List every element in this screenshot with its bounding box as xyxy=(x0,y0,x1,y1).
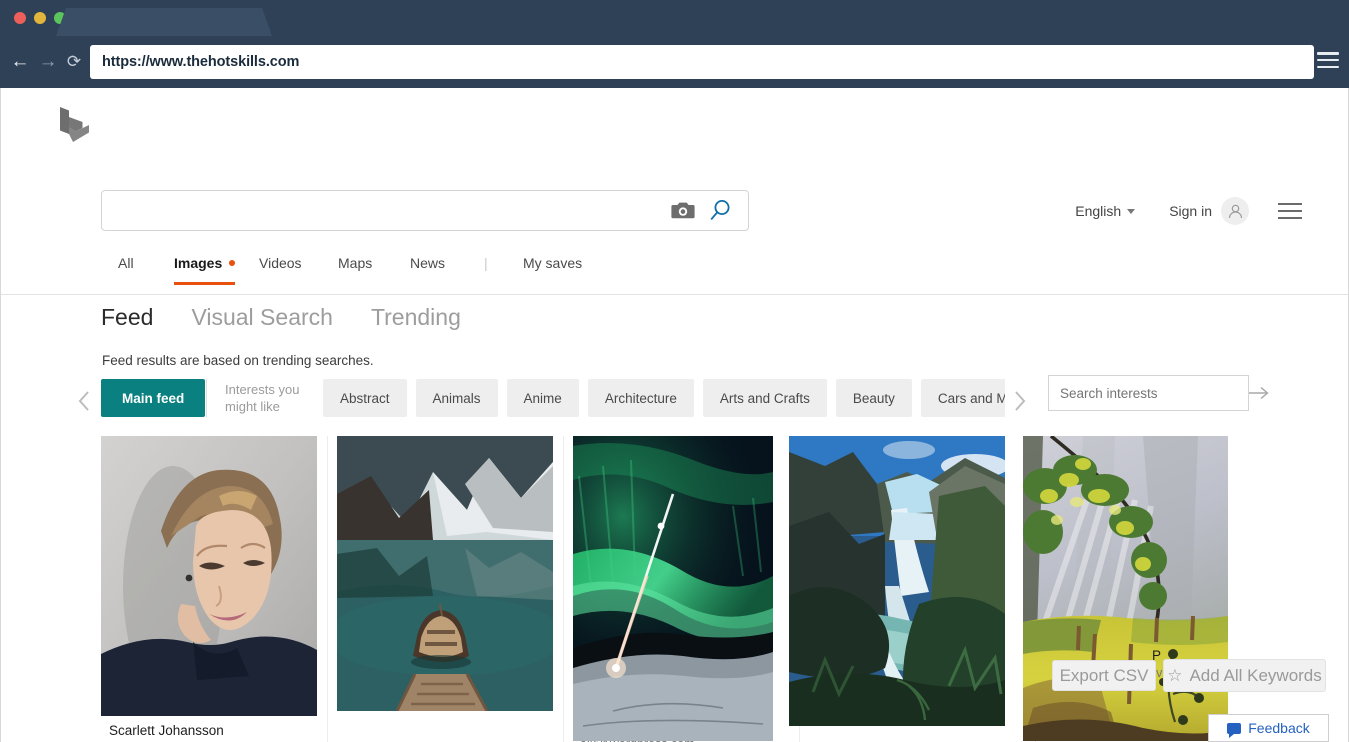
interest-chips-list: Abstract Animals Anime Architecture Arts and… xyxy=(323,379,1005,417)
nav-separator: | xyxy=(484,255,488,271)
browser-tab[interactable] xyxy=(56,8,272,36)
interests-hint-line1: Interests you xyxy=(225,382,300,397)
interest-chip[interactable]: Cars and Motorcycles xyxy=(920,379,1005,417)
nav-tab-news[interactable]: News xyxy=(410,255,445,284)
sign-in-button[interactable]: Sign in xyxy=(1169,203,1212,219)
language-selector[interactable]: English xyxy=(1075,203,1136,219)
chevron-right-icon[interactable] xyxy=(1007,379,1033,423)
browser-chrome: ← → ⟳ https://www.thehotskills.com xyxy=(0,0,1349,88)
nav-tab-maps[interactable]: Maps xyxy=(338,255,372,284)
nav-tab-images-label: Images xyxy=(174,255,223,271)
divider xyxy=(206,379,207,417)
new-badge-icon xyxy=(229,260,236,267)
interest-chip[interactable]: Architecture xyxy=(587,379,694,417)
search-interests-box[interactable] xyxy=(1048,375,1269,411)
page-content: English Sign in All Images Videos Maps N… xyxy=(0,88,1349,742)
interest-chip[interactable]: Anime xyxy=(506,379,579,417)
interest-chip[interactable]: Beauty xyxy=(835,379,912,417)
address-bar[interactable]: https://www.thehotskills.com xyxy=(90,45,1314,79)
interest-chip[interactable]: Animals xyxy=(415,379,498,417)
language-label: English xyxy=(1075,203,1122,219)
tab-feed[interactable]: Feed xyxy=(101,304,153,331)
feed-tabs: Feed Visual Search Trending xyxy=(101,304,461,331)
interests-hint-line2: might like xyxy=(225,399,280,414)
avatar[interactable] xyxy=(1221,197,1249,225)
add-all-keywords-button[interactable]: ☆ Add All Keywords xyxy=(1163,659,1326,692)
star-icon: ☆ xyxy=(1167,665,1183,685)
nav-tab-videos[interactable]: Videos xyxy=(259,255,302,284)
feed-note: Feed results are based on trending searc… xyxy=(102,353,374,368)
window-controls xyxy=(14,12,66,24)
active-tab-underline xyxy=(174,282,236,285)
back-icon[interactable]: ← xyxy=(8,50,32,74)
result-column-2: Pinterest Travel Photography alk3r.wordp… xyxy=(237,436,754,742)
browser-menu-icon[interactable] xyxy=(1317,52,1339,70)
export-csv-button[interactable]: Export CSV xyxy=(1052,660,1156,691)
result-column-3: NASA Northern Lights newswise.com Rocket… xyxy=(473,436,800,742)
nav-tab-my-saves[interactable]: My saves xyxy=(523,255,582,284)
result-column-4: Waterfall Glacier National Park Patagoni… xyxy=(709,436,1036,742)
browser-toolbar: ← → ⟳ https://www.thehotskills.com xyxy=(0,36,1349,88)
interests-bar: Main feed Interests you might like Abstr… xyxy=(1,375,1348,427)
url-text: https://www.thehotskills.com xyxy=(102,54,300,70)
search-box[interactable] xyxy=(101,190,749,231)
search-input[interactable] xyxy=(102,191,670,230)
screenshot-root: ← → ⟳ https://www.thehotskills.com Engli… xyxy=(0,0,1349,742)
forward-icon[interactable]: → xyxy=(36,50,60,74)
interest-chips-scroller[interactable]: Abstract Animals Anime Architecture Arts and… xyxy=(323,379,1005,417)
search-interests-input[interactable] xyxy=(1049,376,1248,410)
nav-tabs: All Images Videos Maps News | My saves xyxy=(1,255,1348,295)
image-results-grid: Scarlett Johansson rebloggy.com Scarlett… xyxy=(1,436,1348,742)
nav-tab-all[interactable]: All xyxy=(118,255,134,284)
camera-icon[interactable] xyxy=(670,199,696,223)
add-all-keywords-label: Add All Keywords xyxy=(1189,665,1322,685)
result-image-5[interactable] xyxy=(1023,436,1228,741)
chevron-left-icon[interactable] xyxy=(71,379,97,423)
header-right: English Sign in xyxy=(1018,190,1348,232)
tab-trending[interactable]: Trending xyxy=(371,304,461,331)
interest-chip[interactable]: Arts and Crafts xyxy=(702,379,827,417)
interests-hint-label: Interests you might like xyxy=(225,379,311,417)
main-feed-button[interactable]: Main feed xyxy=(101,379,206,417)
interest-chip[interactable]: Abstract xyxy=(323,379,407,417)
arrow-right-icon[interactable] xyxy=(1248,376,1270,410)
bing-menu-icon[interactable] xyxy=(1278,202,1302,220)
speech-bubble-icon xyxy=(1227,722,1242,738)
tab-visual-search[interactable]: Visual Search xyxy=(191,304,333,331)
feedback-label: Feedback xyxy=(1248,720,1310,736)
minimize-window-button[interactable] xyxy=(34,12,46,24)
close-window-button[interactable] xyxy=(14,12,26,24)
nav-tab-images[interactable]: Images xyxy=(174,255,236,285)
browser-titlebar xyxy=(0,0,1349,36)
bing-logo-icon[interactable] xyxy=(58,105,92,145)
feedback-button[interactable]: Feedback xyxy=(1208,714,1329,742)
search-icon[interactable] xyxy=(706,197,734,225)
chevron-down-icon xyxy=(1127,208,1136,214)
result-column-1: Scarlett Johansson rebloggy.com Scarlett… xyxy=(1,436,328,742)
reload-icon[interactable]: ⟳ xyxy=(62,50,86,74)
result-column-5: E t Landscape Art Painting xyxy=(945,436,1228,742)
